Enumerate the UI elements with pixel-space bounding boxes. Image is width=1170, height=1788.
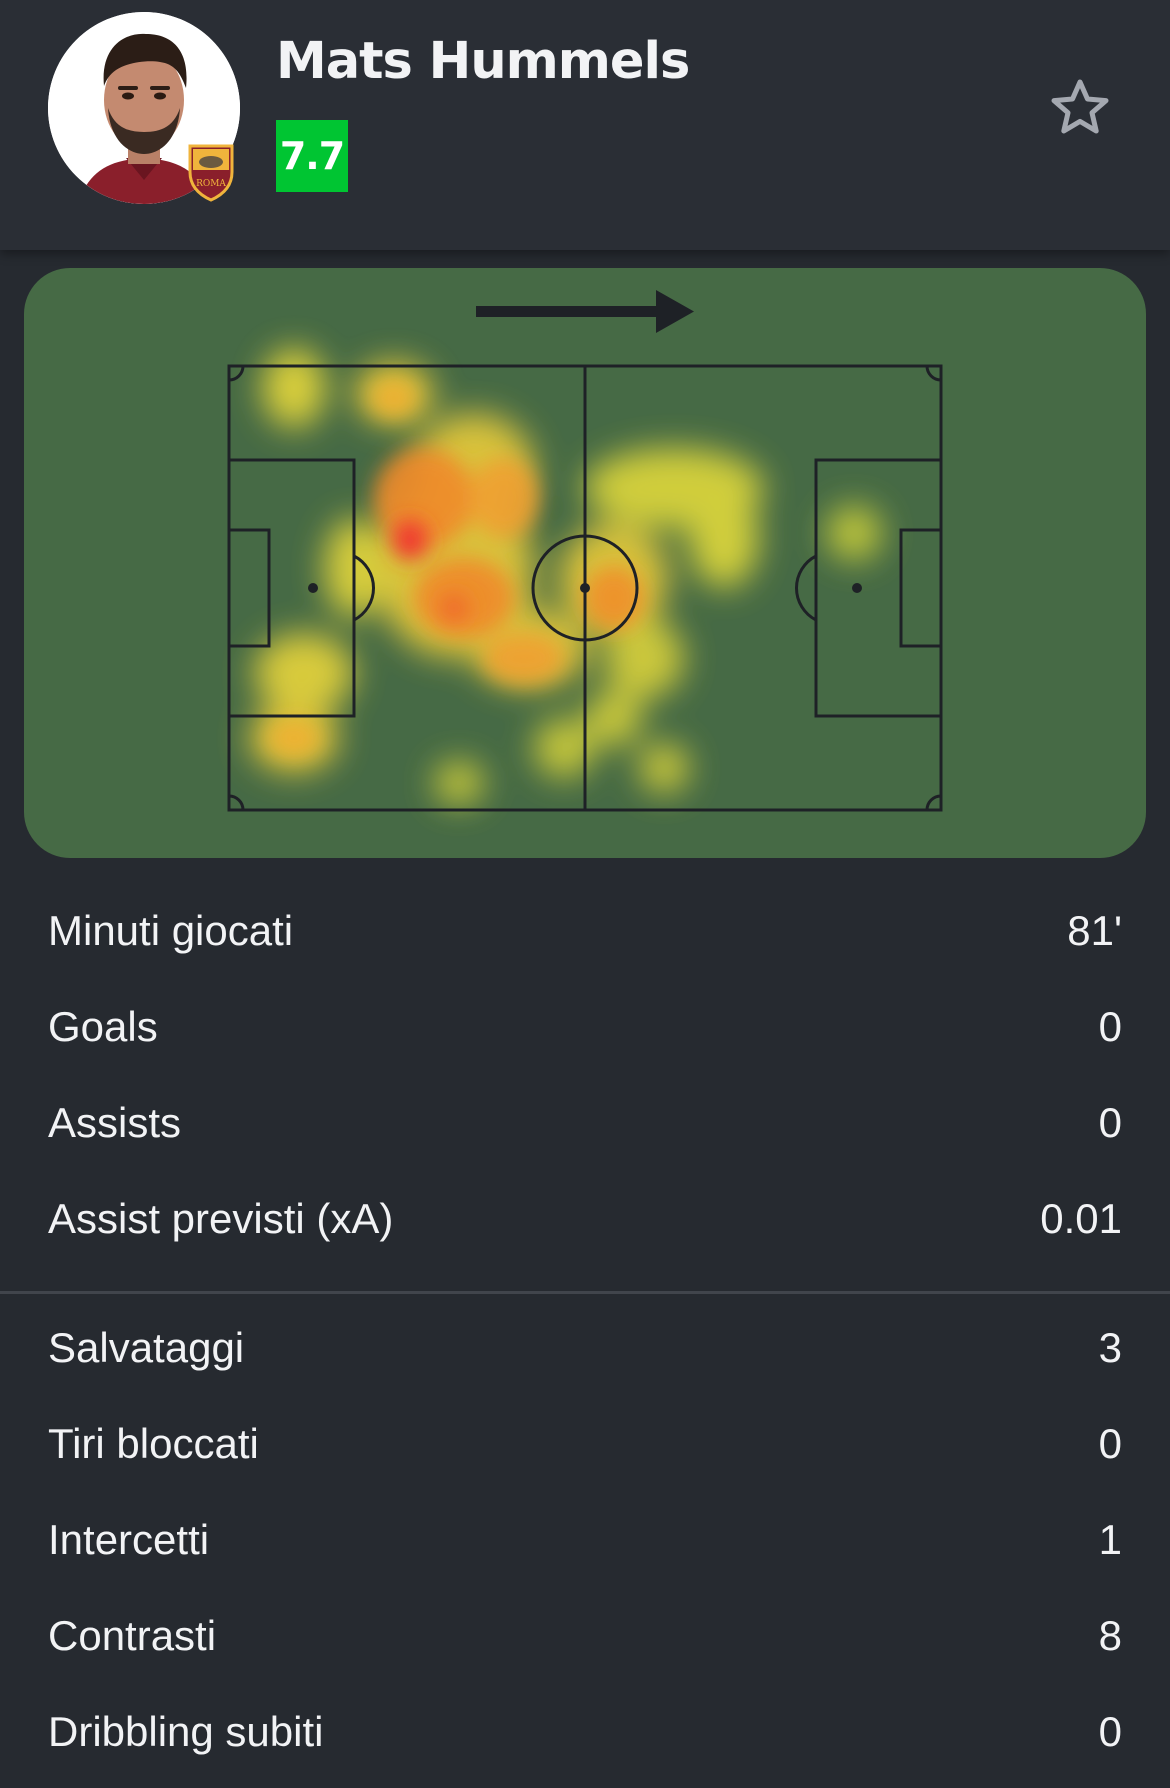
stat-row-assists: Assists 0 (0, 1075, 1170, 1171)
heatmap-pitch (227, 290, 943, 812)
stat-label: Dribbling subiti (48, 1708, 324, 1755)
stat-row-xa: Assist previsti (xA) 0.01 (0, 1171, 1170, 1267)
player-rating-badge: 7.7 (276, 120, 348, 192)
stat-value: 8 (1098, 1612, 1122, 1659)
heatmap-card (24, 268, 1146, 858)
player-name: Mats Hummels (276, 32, 690, 91)
stat-row-minutes: Minuti giocati 81' (0, 883, 1170, 979)
heat-zones (249, 348, 882, 805)
stat-label: Tiri bloccati (48, 1420, 259, 1467)
stat-value: 1 (1098, 1516, 1122, 1563)
stat-label: Salvataggi (48, 1324, 245, 1371)
player-header: ROMA Mats Hummels 7.7 (0, 0, 1170, 250)
stat-row-goals: Goals 0 (0, 979, 1170, 1075)
stats-list: Minuti giocati 81' Goals 0 Assists 0 Ass… (0, 883, 1170, 1780)
stat-label: Assist previsti (xA) (48, 1195, 394, 1242)
stat-row-clearances: Salvataggi 3 (0, 1300, 1170, 1396)
club-badge-text: ROMA (196, 179, 226, 189)
club-badge-icon: ROMA (188, 144, 234, 202)
star-outline-icon[interactable] (1044, 72, 1116, 144)
stat-value: 0 (1098, 1708, 1122, 1755)
stat-value: 3 (1098, 1324, 1122, 1371)
stat-value: 0.01 (1040, 1195, 1122, 1242)
stat-row-tackles: Contrasti 8 (0, 1588, 1170, 1684)
stat-label: Minuti giocati (48, 907, 294, 954)
stat-row-blocked-shots: Tiri bloccati 0 (0, 1396, 1170, 1492)
stat-row-dribbled-past: Dribbling subiti 0 (0, 1684, 1170, 1780)
stat-value: 0 (1098, 1099, 1122, 1146)
arrow-right-icon (476, 290, 694, 333)
stat-value: 81' (1067, 907, 1122, 954)
stat-label: Contrasti (48, 1612, 217, 1659)
stat-label: Assists (48, 1099, 182, 1146)
stat-value: 0 (1098, 1420, 1122, 1467)
section-divider (0, 1291, 1170, 1294)
stat-value: 0 (1098, 1003, 1122, 1050)
stat-row-interceptions: Intercetti 1 (0, 1492, 1170, 1588)
stat-label: Intercetti (48, 1516, 210, 1563)
stat-label: Goals (48, 1003, 158, 1050)
